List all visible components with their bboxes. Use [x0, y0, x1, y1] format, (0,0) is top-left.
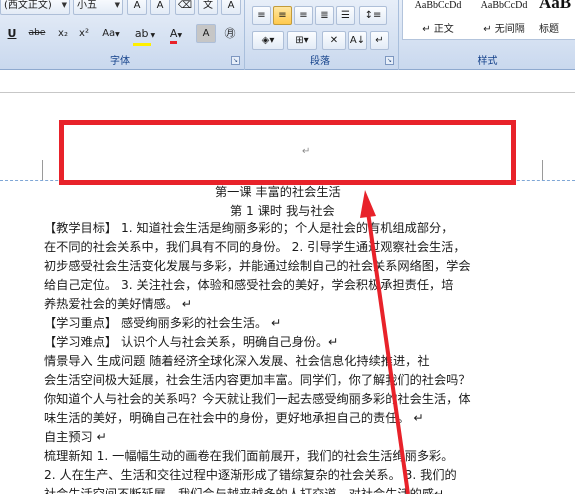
- annotation-arrow-icon: [360, 190, 410, 494]
